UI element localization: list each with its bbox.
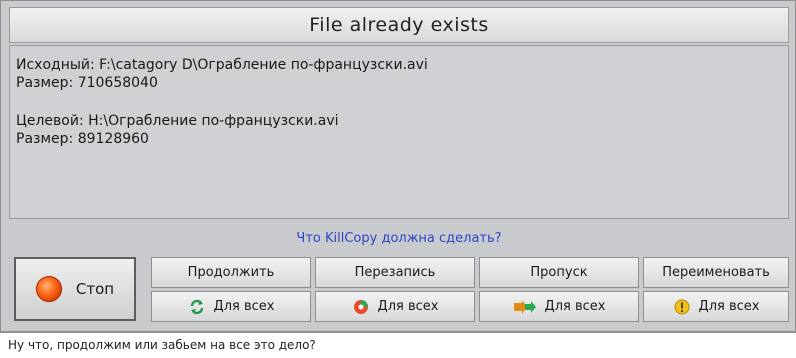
overwrite-group: Перезапись Для всех: [315, 257, 475, 323]
rename-all-button[interactable]: Для всех: [643, 291, 789, 322]
overwrite-button[interactable]: Перезапись: [315, 257, 475, 288]
source-path: Исходный: F:\catagory D\Ограбление по-фр…: [16, 57, 428, 73]
record-stop-icon: [35, 276, 62, 302]
target-path: Целевой: H:\Ограбление по-французски.avi: [16, 113, 339, 129]
continue-button[interactable]: Продолжить: [151, 257, 311, 288]
file-exists-dialog: File already exists Исходный: F:\catagor…: [0, 0, 796, 332]
skip-button[interactable]: Пропуск: [479, 257, 639, 288]
target-size: Размер: 89128960: [16, 131, 149, 147]
screenshot-caption: Ну что, продолжим или забьем на все это …: [0, 332, 796, 358]
overwrite-swirl-icon: [352, 298, 370, 316]
skip-all-label: Для всех: [544, 299, 606, 314]
dialog-title: File already exists: [9, 7, 789, 43]
skip-arrows-icon: [513, 298, 537, 316]
skip-group: Пропуск Для всех: [479, 257, 639, 323]
overwrite-all-button[interactable]: Для всех: [315, 291, 475, 322]
file-info-panel: Исходный: F:\catagory D\Ограбление по-фр…: [9, 45, 789, 219]
stop-button[interactable]: Стоп: [14, 257, 136, 321]
warning-icon: [673, 298, 691, 316]
rename-button[interactable]: Переименовать: [643, 257, 789, 288]
overwrite-all-label: Для всех: [377, 299, 439, 314]
rename-all-label: Для всех: [698, 299, 760, 314]
refresh-arrows-icon: [188, 298, 206, 316]
stop-button-label: Стоп: [75, 280, 115, 298]
skip-all-button[interactable]: Для всех: [479, 291, 639, 322]
source-size: Размер: 710658040: [16, 75, 158, 91]
continue-group: Продолжить Для всех: [151, 257, 311, 323]
continue-all-button[interactable]: Для всех: [151, 291, 311, 322]
rename-group: Переименовать Для всех: [643, 257, 789, 323]
question-text: Что KillCopy должна сделать?: [296, 230, 502, 246]
continue-all-label: Для всех: [213, 299, 275, 314]
